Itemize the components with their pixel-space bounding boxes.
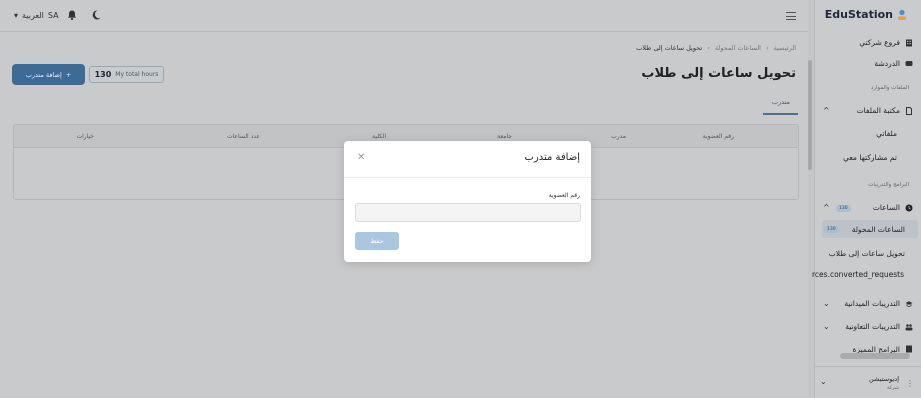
breadcrumb-current: تحويل ساعات إلى طلاب xyxy=(636,44,703,52)
sidebar-item-featured-programs[interactable]: البرامج المميزة xyxy=(853,345,913,353)
chevron-down-icon: ▾ xyxy=(14,11,19,20)
sidebar-item-converted-requests[interactable]: rces.converted_requests xyxy=(812,270,904,279)
sidebar-scrollbar[interactable] xyxy=(840,353,910,359)
breadcrumb-converted-hours[interactable]: الساعات المحولة xyxy=(715,44,761,52)
membership-number-input[interactable] xyxy=(355,203,581,222)
breadcrumb-home[interactable]: الرئيسية xyxy=(774,44,796,52)
sidebar-item-my-files[interactable]: ملفاتي xyxy=(876,129,897,138)
brand: EduStation xyxy=(825,8,907,21)
sidebar-item-label: التدريبات التعاونية xyxy=(845,322,900,331)
modal-header: إضافة متدرب ✕ xyxy=(344,141,591,178)
add-trainer-modal: إضافة متدرب ✕ رقم العضوية حفظ xyxy=(344,141,591,262)
chevron-up-icon[interactable]: ^ xyxy=(823,106,830,115)
file-icon xyxy=(906,106,912,115)
graduation-cap-icon xyxy=(905,300,913,307)
tab-trainer[interactable]: متدرب xyxy=(772,98,790,112)
sidebar-item-converted-hours[interactable]: الساعات المحولة xyxy=(852,225,905,234)
column-header: مدرب xyxy=(611,133,626,140)
breadcrumb: الرئيسية › الساعات المحولة › تحويل ساعات… xyxy=(636,44,796,52)
top-bar: ▾ العربية SA xyxy=(0,0,808,32)
chevron-up-icon[interactable]: ^ xyxy=(823,203,830,212)
language-code: SA xyxy=(47,11,59,20)
language-switcher[interactable]: ▾ العربية SA xyxy=(14,11,59,20)
sidebar-section-files: الملفات والموارد xyxy=(870,85,909,91)
logo-icon xyxy=(898,9,906,20)
column-header: رقم العضوية xyxy=(702,133,734,140)
chevron-down-icon[interactable]: ⌄ xyxy=(820,377,827,386)
chat-icon xyxy=(905,60,913,66)
close-icon[interactable]: ✕ xyxy=(357,152,365,163)
chevron-left-icon: › xyxy=(707,44,710,52)
sidebar-item-hours[interactable]: الساعات xyxy=(873,203,913,212)
menu-toggle-icon[interactable] xyxy=(786,12,796,20)
sidebar-item-field-trainings[interactable]: التدريبات الميدانية xyxy=(844,299,913,308)
building-icon xyxy=(906,39,912,46)
total-hours-badge: 130 My total hours xyxy=(89,66,164,83)
sidebar-item-label: التدريبات الميدانية xyxy=(844,299,900,308)
plus-icon: + xyxy=(65,70,72,79)
user-role: شركة xyxy=(886,385,899,391)
user-name: إديوستيشن xyxy=(869,375,899,383)
file-icon xyxy=(906,345,912,353)
sidebar-item-label: مكتبة الملفات xyxy=(856,106,900,115)
hours-count-badge: 130 xyxy=(836,205,851,212)
column-header: عدد الساعات xyxy=(226,133,260,140)
sidebar-item-label: فروع شركتي xyxy=(859,38,900,47)
sidebar-item-label: البرامج المميزة xyxy=(852,345,900,353)
sidebar-item-company-branches[interactable]: فروع شركتي xyxy=(859,38,913,47)
column-header: الكلية xyxy=(372,133,386,140)
sidebar-item-label: الساعات xyxy=(872,203,900,212)
chevron-left-icon: › xyxy=(766,44,769,52)
main-scrollbar[interactable] xyxy=(808,60,812,170)
membership-number-label: رقم العضوية xyxy=(548,192,580,199)
bell-icon[interactable] xyxy=(66,9,78,21)
sidebar-item-coop-trainings[interactable]: التدريبات التعاونية xyxy=(845,322,913,331)
column-header: جامعة xyxy=(497,133,512,140)
sidebar-item-label: الدردشة xyxy=(874,59,900,68)
sidebar-item-chat[interactable]: الدردشة xyxy=(874,59,913,68)
sidebar-item-file-library[interactable]: مكتبة الملفات xyxy=(857,106,913,115)
add-trainer-label: إضافة متدرب xyxy=(25,70,62,79)
sidebar-section-programs: البرامج والتدريبات xyxy=(868,182,909,188)
active-tab-indicator xyxy=(763,113,798,115)
modal-title: إضافة متدرب xyxy=(524,152,580,163)
users-icon xyxy=(905,323,913,330)
sidebar-item-shared-with-me[interactable]: تم مشاركتها معي xyxy=(843,153,897,162)
language-label: العربية xyxy=(22,11,44,20)
chevron-down-icon[interactable]: ⌄ xyxy=(823,322,830,331)
brand-name: EduStation xyxy=(824,8,893,21)
user-profile-card[interactable]: ⌄ إديوستيشن شركة ⋮ xyxy=(814,366,921,398)
total-hours-label: My total hours xyxy=(115,71,159,78)
more-icon[interactable]: ⋮ xyxy=(906,379,914,388)
total-hours-value: 130 xyxy=(94,70,112,79)
column-header: خيارات xyxy=(76,133,94,140)
chevron-down-icon[interactable]: ⌄ xyxy=(823,299,830,308)
clock-icon xyxy=(905,204,913,211)
page-title: تحويل ساعات إلى طلاب xyxy=(641,66,796,81)
sidebar-item-convert-to-students[interactable]: تحويل ساعات إلى طلاب xyxy=(829,249,905,258)
converted-count-badge: 130 xyxy=(824,226,839,233)
moon-icon[interactable] xyxy=(90,9,102,21)
save-button[interactable]: حفظ xyxy=(355,232,399,250)
add-trainer-button[interactable]: إضافة متدرب + xyxy=(12,64,85,85)
